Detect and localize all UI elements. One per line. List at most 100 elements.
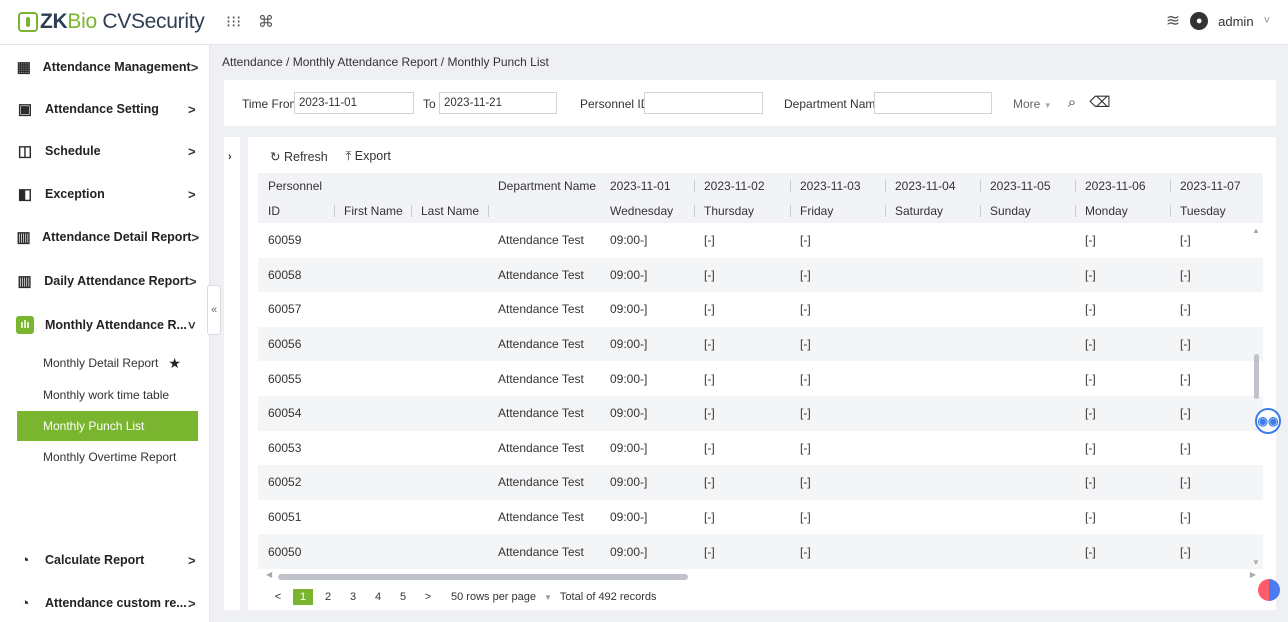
sidebar-item-monthly-attendance-report[interactable]: ılı Monthly Attendance R... ˅: [0, 305, 210, 345]
next-page-button[interactable]: >: [418, 589, 438, 605]
table-cell: 60059: [268, 233, 302, 248]
table-row[interactable]: 60056 Attendance Test 09:00-] [-] [-] [-] [-]: [258, 326, 1263, 362]
table-row[interactable]: 60050 Attendance Test 09:00-] [-] [-] [-] [-]: [258, 534, 1263, 569]
clear-eraser-icon[interactable]: ⌫: [1089, 91, 1111, 113]
col-header[interactable]: Monday: [1075, 198, 1170, 223]
col-header[interactable]: 2023-11-02: [694, 173, 790, 198]
table-row[interactable]: 60051 Attendance Test 09:00-] [-] [-] [-] [-]: [258, 500, 1263, 535]
user-avatar-icon[interactable]: ●: [1190, 12, 1209, 30]
page-5-button[interactable]: 5: [393, 589, 413, 605]
sidebar-item-attendance-detail-report[interactable]: ▥ Attendance Detail Report >: [0, 217, 210, 257]
table-cell: [885, 361, 980, 396]
col-header[interactable]: First Name: [334, 198, 411, 223]
col-header[interactable]: Department Name: [488, 173, 600, 198]
scroll-down-icon[interactable]: ▼: [1252, 558, 1260, 567]
command-icon[interactable]: ⌘: [258, 12, 274, 32]
pie-chart-icon: ◔: [20, 594, 30, 612]
sidebar-item-daily-attendance-report[interactable]: ▥ Daily Attendance Report >: [0, 261, 210, 301]
table-row[interactable]: 60052 Attendance Test 09:00-] [-] [-] [-] [-]: [258, 465, 1263, 500]
tree-panel-toggle[interactable]: ›: [224, 137, 240, 610]
layers-icon[interactable]: ≋: [1166, 11, 1180, 31]
department-name-input[interactable]: [874, 92, 992, 114]
sidebar-item-attendance-setting[interactable]: ▣ Attendance Setting >: [0, 89, 210, 129]
col-header[interactable]: 2023-11-06: [1075, 173, 1170, 198]
col-header[interactable]: [411, 173, 488, 198]
sub-item-monthly-work-time-table[interactable]: Monthly work time table: [17, 380, 198, 410]
sidebar-item-schedule[interactable]: ◫ Schedule >: [0, 131, 210, 171]
sidebar-item-attendance-custom-report[interactable]: ◔ Attendance custom re... >: [0, 583, 210, 622]
scroll-thumb[interactable]: [278, 574, 688, 580]
col-header[interactable]: 2023-11-05: [980, 173, 1075, 198]
table-row[interactable]: 60059 Attendance Test 09:00-] [-] [-] [-] [-]: [258, 223, 1263, 258]
page-2-button[interactable]: 2: [318, 589, 338, 605]
personnel-id-input[interactable]: [644, 92, 763, 114]
horizontal-scrollbar[interactable]: ◀ ▶: [266, 570, 1256, 581]
table-cell: [980, 292, 1075, 327]
table-cell: [334, 396, 411, 431]
col-header[interactable]: Last Name: [411, 198, 488, 223]
logo[interactable]: ZKBio CVSecurity: [18, 9, 205, 35]
col-header[interactable]: 2023-11-01: [600, 173, 694, 198]
ai-brain-icon[interactable]: [1258, 579, 1280, 601]
table-cell: [-]: [704, 475, 715, 490]
table-cell: [-]: [800, 406, 811, 421]
more-filter-toggle[interactable]: More ▼: [1013, 97, 1052, 111]
page-3-button[interactable]: 3: [343, 589, 363, 605]
col-header[interactable]: Personnel: [258, 173, 334, 198]
assistant-face-icon[interactable]: ◉◉: [1255, 408, 1281, 434]
table-row[interactable]: 60057 Attendance Test 09:00-] [-] [-] [-] [-]: [258, 292, 1263, 327]
table-cell: [885, 431, 980, 466]
user-name[interactable]: admin: [1218, 14, 1253, 29]
sub-item-monthly-punch-list[interactable]: Monthly Punch List: [17, 411, 198, 441]
table-cell: 09:00-]: [610, 337, 648, 352]
col-header[interactable]: ID: [258, 198, 334, 223]
time-from-input[interactable]: [294, 92, 414, 114]
col-header[interactable]: Sunday: [980, 198, 1075, 223]
table-cell: [980, 465, 1075, 500]
col-header[interactable]: [488, 198, 600, 223]
table-cell: [-]: [800, 337, 811, 352]
col-header[interactable]: Saturday: [885, 198, 980, 223]
grid-dots-icon[interactable]: ⁝⁝⁝: [226, 12, 241, 32]
table-cell: [-]: [1180, 337, 1191, 352]
table-cell: [411, 431, 488, 466]
col-header[interactable]: Thursday: [694, 198, 790, 223]
vertical-scrollbar[interactable]: ▲ ▼: [1252, 226, 1262, 568]
scroll-left-icon[interactable]: ◀: [266, 570, 272, 579]
col-header[interactable]: 2023-11-03: [790, 173, 885, 198]
caret-down-icon[interactable]: ▼: [544, 593, 552, 602]
scroll-up-icon[interactable]: ▲: [1252, 226, 1260, 235]
sub-item-monthly-overtime-report[interactable]: Monthly Overtime Report: [17, 442, 198, 472]
sidebar-item-calculate-report[interactable]: ◔ Calculate Report >: [0, 540, 210, 580]
col-header[interactable]: 2023-11-07: [1170, 173, 1263, 198]
table-cell: 09:00-]: [610, 475, 648, 490]
time-to-input[interactable]: [439, 92, 557, 114]
col-header[interactable]: Friday: [790, 198, 885, 223]
to-label: To: [423, 97, 436, 111]
sub-item-monthly-detail-report[interactable]: Monthly Detail Report ★: [17, 348, 198, 378]
scroll-thumb[interactable]: [1254, 354, 1259, 399]
prev-page-button[interactable]: <: [268, 589, 288, 605]
col-header[interactable]: Tuesday: [1170, 198, 1263, 223]
table-row[interactable]: 60053 Attendance Test 09:00-] [-] [-] [-] [-]: [258, 431, 1263, 466]
page-1-button[interactable]: 1: [293, 589, 313, 605]
table-row[interactable]: 60058 Attendance Test 09:00-] [-] [-] [-] [-]: [258, 257, 1263, 293]
table-row[interactable]: 60055 Attendance Test 09:00-] [-] [-] [-] [-]: [258, 361, 1263, 396]
col-header[interactable]: 2023-11-04: [885, 173, 980, 198]
chevron-down-icon[interactable]: ˅: [1264, 15, 1270, 27]
refresh-button[interactable]: ↻ Refresh: [270, 149, 328, 164]
table-cell: [-]: [1085, 302, 1096, 317]
rows-per-page-select[interactable]: 50 rows per page: [451, 591, 536, 603]
sidebar-item-attendance-management[interactable]: ▦ Attendance Management >: [0, 47, 210, 87]
logo-icon: [18, 12, 38, 32]
table-row[interactable]: 60054 Attendance Test 09:00-] [-] [-] [-] [-]: [258, 395, 1263, 431]
col-header[interactable]: Wednesday: [600, 198, 694, 223]
star-icon[interactable]: ★: [168, 355, 181, 372]
sidebar-item-exception[interactable]: ◧ Exception >: [0, 174, 210, 214]
search-icon[interactable]: ⌕: [1061, 91, 1083, 113]
export-button[interactable]: ⤒ Export: [346, 149, 391, 164]
col-header[interactable]: [334, 173, 411, 198]
sidebar-collapse-handle[interactable]: «: [207, 285, 221, 335]
page-4-button[interactable]: 4: [368, 589, 388, 605]
scroll-right-icon[interactable]: ▶: [1250, 570, 1256, 579]
